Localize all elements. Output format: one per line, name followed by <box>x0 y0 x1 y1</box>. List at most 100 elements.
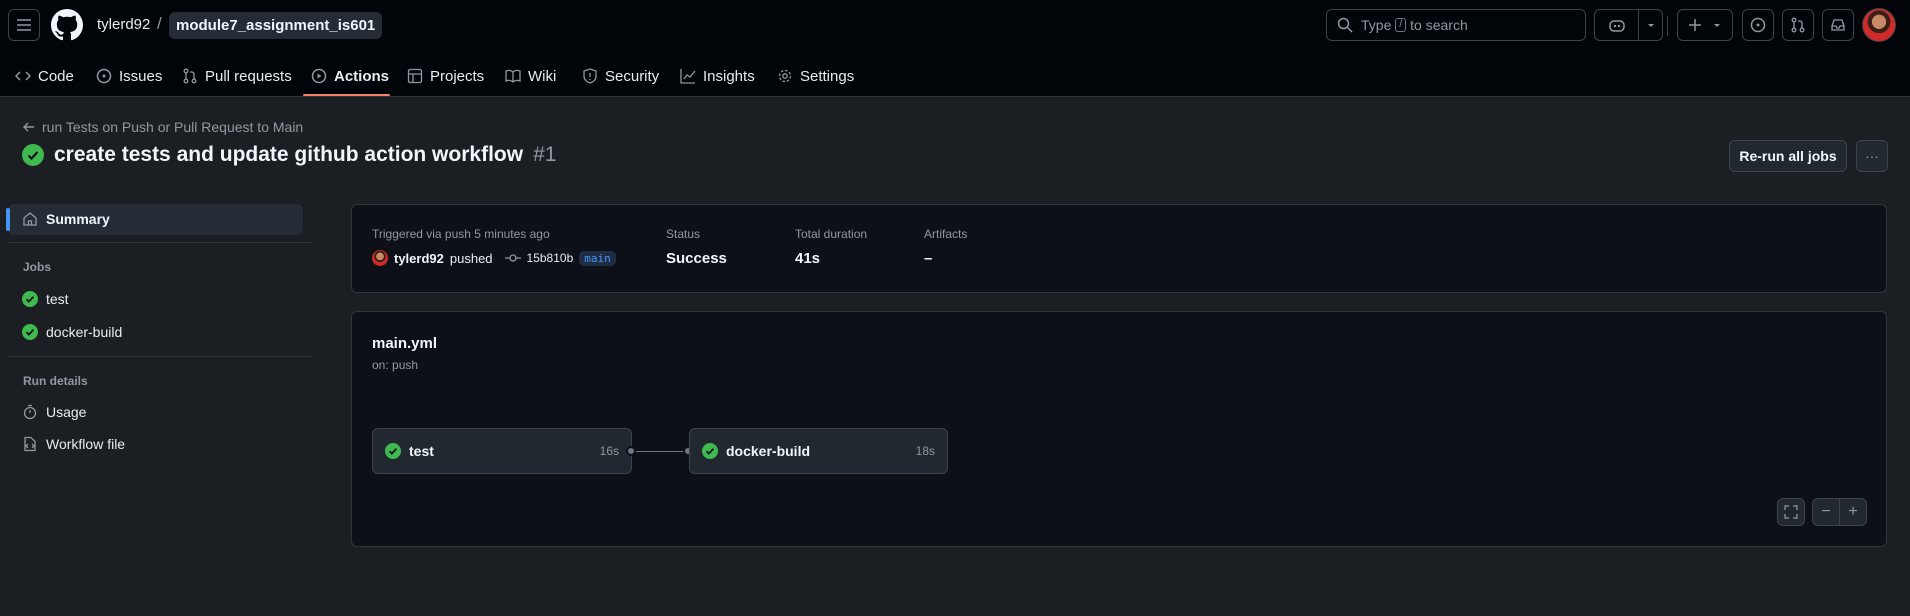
sidebar-item-label: docker-build <box>46 324 123 340</box>
tab-label: Projects <box>430 67 485 85</box>
workflow-file-name[interactable]: main.yml <box>372 335 437 352</box>
tab-label: Wiki <box>528 67 557 85</box>
zoom-in-button[interactable]: + <box>1839 498 1867 526</box>
graph-job-docker-build[interactable]: docker-build 18s <box>689 428 948 474</box>
search-shortcut-key: / <box>1395 18 1407 32</box>
tab-label: Actions <box>334 67 390 85</box>
graph-job-test[interactable]: test 16s <box>372 428 632 474</box>
job-duration: 18s <box>915 444 935 458</box>
tab-security[interactable]: Security <box>582 55 659 97</box>
code-icon <box>15 71 31 81</box>
play-icon <box>311 68 327 84</box>
sidebar-selected-indicator <box>6 208 10 231</box>
breadcrumb-separator: / <box>157 14 162 33</box>
issue-icon <box>96 68 112 84</box>
job-duration: 16s <box>599 444 619 458</box>
connector-dot <box>626 446 636 456</box>
tab-insights[interactable]: Insights <box>680 55 755 97</box>
branch-badge[interactable]: main <box>579 250 616 266</box>
jobs-heading: Jobs <box>23 260 52 274</box>
run-summary-card: Triggered via push 5 minutes ago tylerd9… <box>351 204 1887 293</box>
repo-link[interactable]: module7_assignment_is601 <box>169 12 383 39</box>
commit-icon <box>504 254 521 262</box>
graph-icon <box>680 69 696 84</box>
copilot-dropdown-button[interactable] <box>1638 9 1663 41</box>
run-details-heading: Run details <box>23 374 88 388</box>
home-icon <box>23 212 37 226</box>
check-circle-icon <box>385 443 401 459</box>
rerun-all-jobs-button[interactable]: Re-run all jobs <box>1729 140 1847 172</box>
arrow-left-icon <box>23 122 34 132</box>
back-to-workflow-link[interactable]: run Tests on Push or Pull Request to Mai… <box>22 119 303 135</box>
tab-issues[interactable]: Issues <box>96 55 162 97</box>
table-icon <box>407 68 423 84</box>
job-name: test <box>409 443 434 459</box>
fullscreen-icon <box>1784 505 1798 519</box>
tab-label: Security <box>605 67 660 85</box>
tab-pull-requests[interactable]: Pull requests <box>182 55 292 97</box>
divider <box>8 242 312 243</box>
back-link-label: run Tests on Push or Pull Request to Mai… <box>42 119 304 135</box>
run-number: #1 <box>533 143 557 166</box>
tab-label: Pull requests <box>205 67 292 85</box>
tab-code[interactable]: Code <box>15 55 74 97</box>
job-name: docker-build <box>726 443 811 459</box>
workflow-trigger: on: push <box>372 358 419 372</box>
hamburger-icon <box>17 19 31 31</box>
commit-sha-link[interactable]: 15b810b <box>527 251 574 265</box>
issues-button[interactable] <box>1742 9 1774 41</box>
book-icon <box>505 69 521 83</box>
tab-projects[interactable]: Projects <box>407 55 484 97</box>
gear-icon <box>778 69 792 83</box>
duration-value: 41s <box>795 250 821 267</box>
pull-request-icon <box>1791 17 1805 33</box>
fullscreen-button[interactable] <box>1777 498 1805 526</box>
copilot-button[interactable] <box>1594 9 1638 41</box>
owner-link[interactable]: tylerd92 <box>97 16 150 33</box>
create-new-button[interactable] <box>1677 9 1733 41</box>
sidebar-item-label: Summary <box>46 211 110 227</box>
tab-settings[interactable]: Settings <box>777 55 854 97</box>
tab-actions[interactable]: Actions <box>311 55 389 97</box>
search-input[interactable]: Type / to search <box>1326 9 1586 41</box>
status-value: Success <box>666 250 727 267</box>
active-tab-indicator <box>303 94 390 96</box>
artifacts-value: – <box>924 250 933 267</box>
sidebar-item-job-docker-build[interactable]: docker-build <box>22 324 122 340</box>
inbox-icon <box>1831 19 1845 31</box>
trigger-details: tylerd92 pushed 15b810b main <box>372 250 616 266</box>
more-options-button[interactable]: ··· <box>1856 140 1888 172</box>
artifacts-label: Artifacts <box>924 227 968 241</box>
status-label: Status <box>666 227 701 241</box>
pull-requests-button[interactable] <box>1782 9 1814 41</box>
actor-link[interactable]: tylerd92 <box>394 251 444 266</box>
action-text: pushed <box>449 250 493 266</box>
shield-icon <box>583 68 597 84</box>
menu-button[interactable] <box>8 9 40 41</box>
divider <box>1667 16 1668 36</box>
avatar[interactable] <box>1862 8 1896 42</box>
github-logo-icon[interactable] <box>51 9 83 41</box>
search-placeholder-post: to search <box>1410 17 1468 33</box>
actor-avatar <box>372 250 388 266</box>
run-title: create tests and update github action wo… <box>54 143 524 166</box>
search-icon <box>1337 17 1353 33</box>
sidebar-item-workflow-file[interactable]: Workflow file <box>22 436 125 452</box>
sidebar-item-job-test[interactable]: test <box>22 291 69 307</box>
sidebar-item-usage[interactable]: Usage <box>22 404 86 420</box>
stopwatch-icon <box>23 404 37 420</box>
top-bar: tylerd92 / module7_assignment_is601 Type… <box>0 0 1910 97</box>
file-code-icon <box>24 436 36 452</box>
check-circle-icon <box>702 443 718 459</box>
zoom-out-button[interactable]: − <box>1812 498 1840 526</box>
tab-label: Settings <box>800 67 855 85</box>
sidebar-item-summary[interactable]: Summary <box>22 211 110 227</box>
copilot-icon <box>1608 20 1625 32</box>
inbox-button[interactable] <box>1822 9 1854 41</box>
sidebar-item-label: Workflow file <box>46 436 126 452</box>
issue-icon <box>1750 17 1766 33</box>
tab-wiki[interactable]: Wiki <box>505 55 556 97</box>
trigger-label: Triggered via push 5 minutes ago <box>372 227 550 241</box>
tab-label: Code <box>38 67 74 85</box>
sidebar-item-label: test <box>46 291 69 307</box>
